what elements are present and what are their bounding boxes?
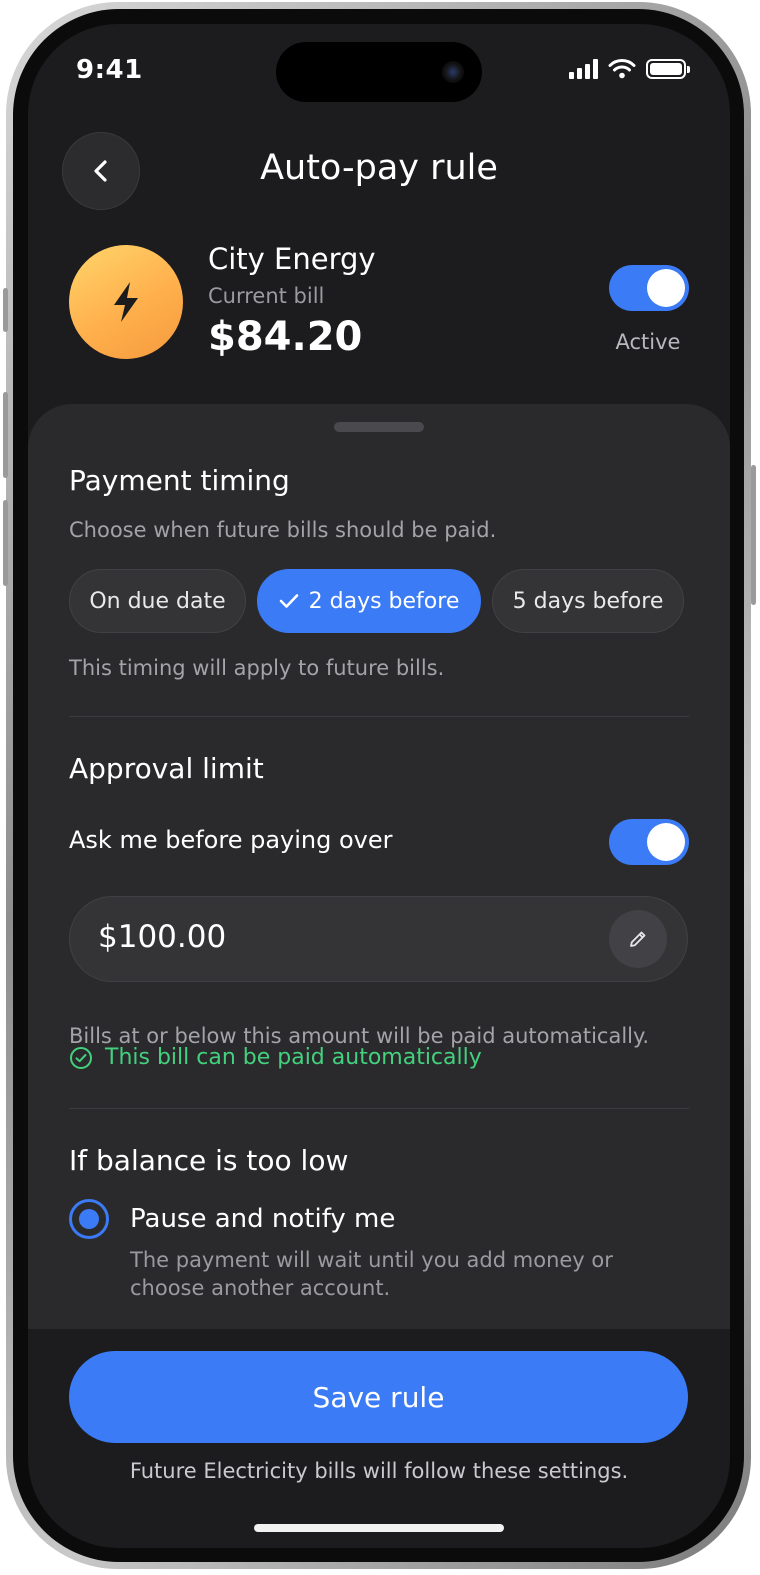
dynamic-island — [276, 42, 482, 102]
edit-amount-button[interactable] — [609, 910, 667, 968]
volume-down-button — [3, 500, 8, 586]
power-button — [751, 465, 756, 605]
checkmark-icon — [279, 593, 299, 609]
low-balance-title: If balance is too low — [69, 1144, 349, 1177]
home-indicator[interactable] — [254, 1524, 504, 1532]
sheet-grabber[interactable] — [334, 422, 424, 432]
biller-logo — [69, 245, 183, 359]
settings-sheet: Payment timing Choose when future bills … — [28, 404, 730, 1329]
auto-pay-status: This bill can be paid automatically — [69, 1045, 482, 1070]
volume-up-button — [3, 392, 8, 478]
camera-lens — [442, 61, 464, 83]
page-title: Auto-pay rule — [260, 148, 498, 188]
bill-amount: $84.20 — [208, 314, 363, 360]
section-divider — [69, 1108, 689, 1109]
battery-icon — [646, 58, 690, 79]
footer-note: Future Electricity bills will follow the… — [129, 1459, 629, 1483]
radio-selected-dot — [79, 1209, 99, 1229]
approval-limit-title: Approval limit — [69, 752, 264, 785]
app-screen: 9:41 Auto-pay rule City Energy Current b… — [28, 24, 730, 1548]
save-rule-button[interactable]: Save rule — [69, 1351, 688, 1443]
biller-name: City Energy — [208, 242, 376, 276]
pencil-icon — [630, 931, 646, 947]
timing-option-5-days-before[interactable]: 5 days before — [492, 569, 684, 633]
lightning-bolt-icon — [114, 282, 138, 322]
cellular-signal-icon — [569, 58, 598, 79]
toggle-knob — [647, 269, 685, 307]
active-status-label: Active — [615, 330, 681, 354]
timing-option-label: 2 days before — [308, 588, 460, 614]
approval-amount-field[interactable]: $100.00 — [69, 896, 688, 982]
check-circle-icon — [70, 1046, 92, 1069]
approval-toggle-label: Ask me before paying over — [69, 826, 393, 854]
save-rule-label: Save rule — [312, 1380, 445, 1414]
approval-amount-value: $100.00 — [98, 919, 227, 955]
timing-option-label: 5 days before — [512, 588, 664, 614]
rule-active-toggle[interactable] — [609, 265, 689, 311]
approval-limit-toggle[interactable] — [609, 819, 689, 865]
timing-option-2-days-before[interactable]: 2 days before — [257, 569, 481, 633]
timing-option-on-due-date[interactable]: On due date — [69, 569, 246, 633]
action-button — [3, 288, 8, 332]
status-time: 9:41 — [76, 55, 143, 85]
payment-timing-title: Payment timing — [69, 464, 290, 497]
pause-notify-description: The payment will wait until you add mone… — [130, 1248, 613, 1300]
section-divider — [69, 716, 689, 717]
pause-notify-label: Pause and notify me — [130, 1204, 396, 1234]
biller-subtitle: Current bill — [208, 284, 325, 308]
timing-option-label: On due date — [89, 588, 226, 614]
payment-timing-subtitle: Choose when future bills should be paid. — [69, 518, 497, 542]
pause-notify-radio[interactable] — [69, 1199, 109, 1239]
wifi-icon — [608, 59, 636, 79]
timing-note: This timing will apply to future bills. — [69, 656, 445, 680]
auto-pay-status-text: This bill can be paid automatically — [105, 1045, 482, 1070]
toggle-knob — [647, 823, 685, 861]
status-icons — [569, 58, 690, 79]
